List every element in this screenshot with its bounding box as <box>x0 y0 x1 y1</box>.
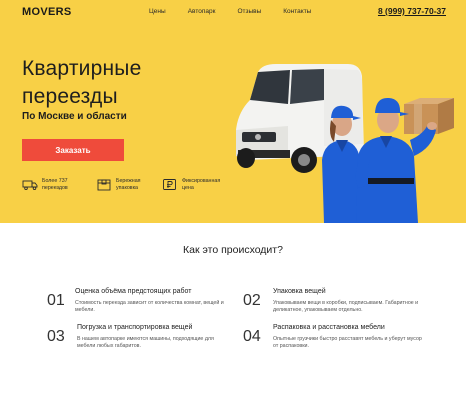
nav-link-reviews[interactable]: Отзывы <box>237 8 261 15</box>
step-description: Опытные грузчики быстро расставят мебель… <box>273 336 422 349</box>
hero-subtitle: По Москве и области <box>22 111 127 122</box>
feature-line: Бережная <box>116 178 141 184</box>
man-mover-image <box>355 97 454 223</box>
step-number: 01 <box>47 292 65 309</box>
feature-packing: Бережная упаковка <box>96 178 161 191</box>
step-title: Упаковка вещей <box>273 288 326 295</box>
step-title: Распаковка и расстановка мебели <box>273 324 385 331</box>
feature-fixed-price: Фиксированная цена <box>162 178 227 191</box>
process-title: Как это происходит? <box>183 244 283 256</box>
top-nav: MOVERS Цены Автопарк Отзывы Контакты 8 (… <box>0 0 466 24</box>
hero-title-line1: Квартирные <box>22 57 142 80</box>
step-description: Упаковываем вещи в коробки, подписываем.… <box>273 300 419 313</box>
feature-line: упаковка <box>116 184 138 191</box>
nav-links: Цены Автопарк Отзывы Контакты <box>149 8 333 15</box>
step-description: В нашем автопарке имеются машины, подход… <box>77 336 214 349</box>
hero-section: MOVERS Цены Автопарк Отзывы Контакты 8 (… <box>0 0 466 223</box>
feature-moves: Более 737 переездов <box>22 178 87 191</box>
step-number: 04 <box>243 328 261 345</box>
hero-title: Квартирные переезды <box>22 55 222 111</box>
feature-line: переездов <box>42 184 68 191</box>
step-number: 02 <box>243 292 261 309</box>
logo[interactable]: MOVERS <box>22 6 71 18</box>
truck-icon <box>22 180 38 191</box>
step-number: 03 <box>47 328 65 345</box>
feature-line: Более 737 <box>42 178 68 184</box>
nav-link-prices[interactable]: Цены <box>149 8 166 15</box>
nav-link-contacts[interactable]: Контакты <box>283 8 311 15</box>
van-and-movers-illustration <box>236 64 454 223</box>
step-title: Погрузка и транспортировка вещей <box>77 324 193 331</box>
nav-link-fleet[interactable]: Автопарк <box>188 8 216 15</box>
ruble-icon <box>163 179 176 191</box>
step-description: Стоимость переезда зависит от количества… <box>75 300 224 313</box>
step-title: Оценка объёма предстоящих работ <box>75 288 192 295</box>
box-icon <box>97 179 111 191</box>
phone-link[interactable]: 8 (999) 737-70-37 <box>378 6 446 16</box>
hero-title-line2: переезды <box>22 85 118 108</box>
feature-line: цена <box>182 184 194 191</box>
feature-line: Фиксированная <box>182 178 221 184</box>
order-button[interactable]: Заказать <box>22 139 124 161</box>
